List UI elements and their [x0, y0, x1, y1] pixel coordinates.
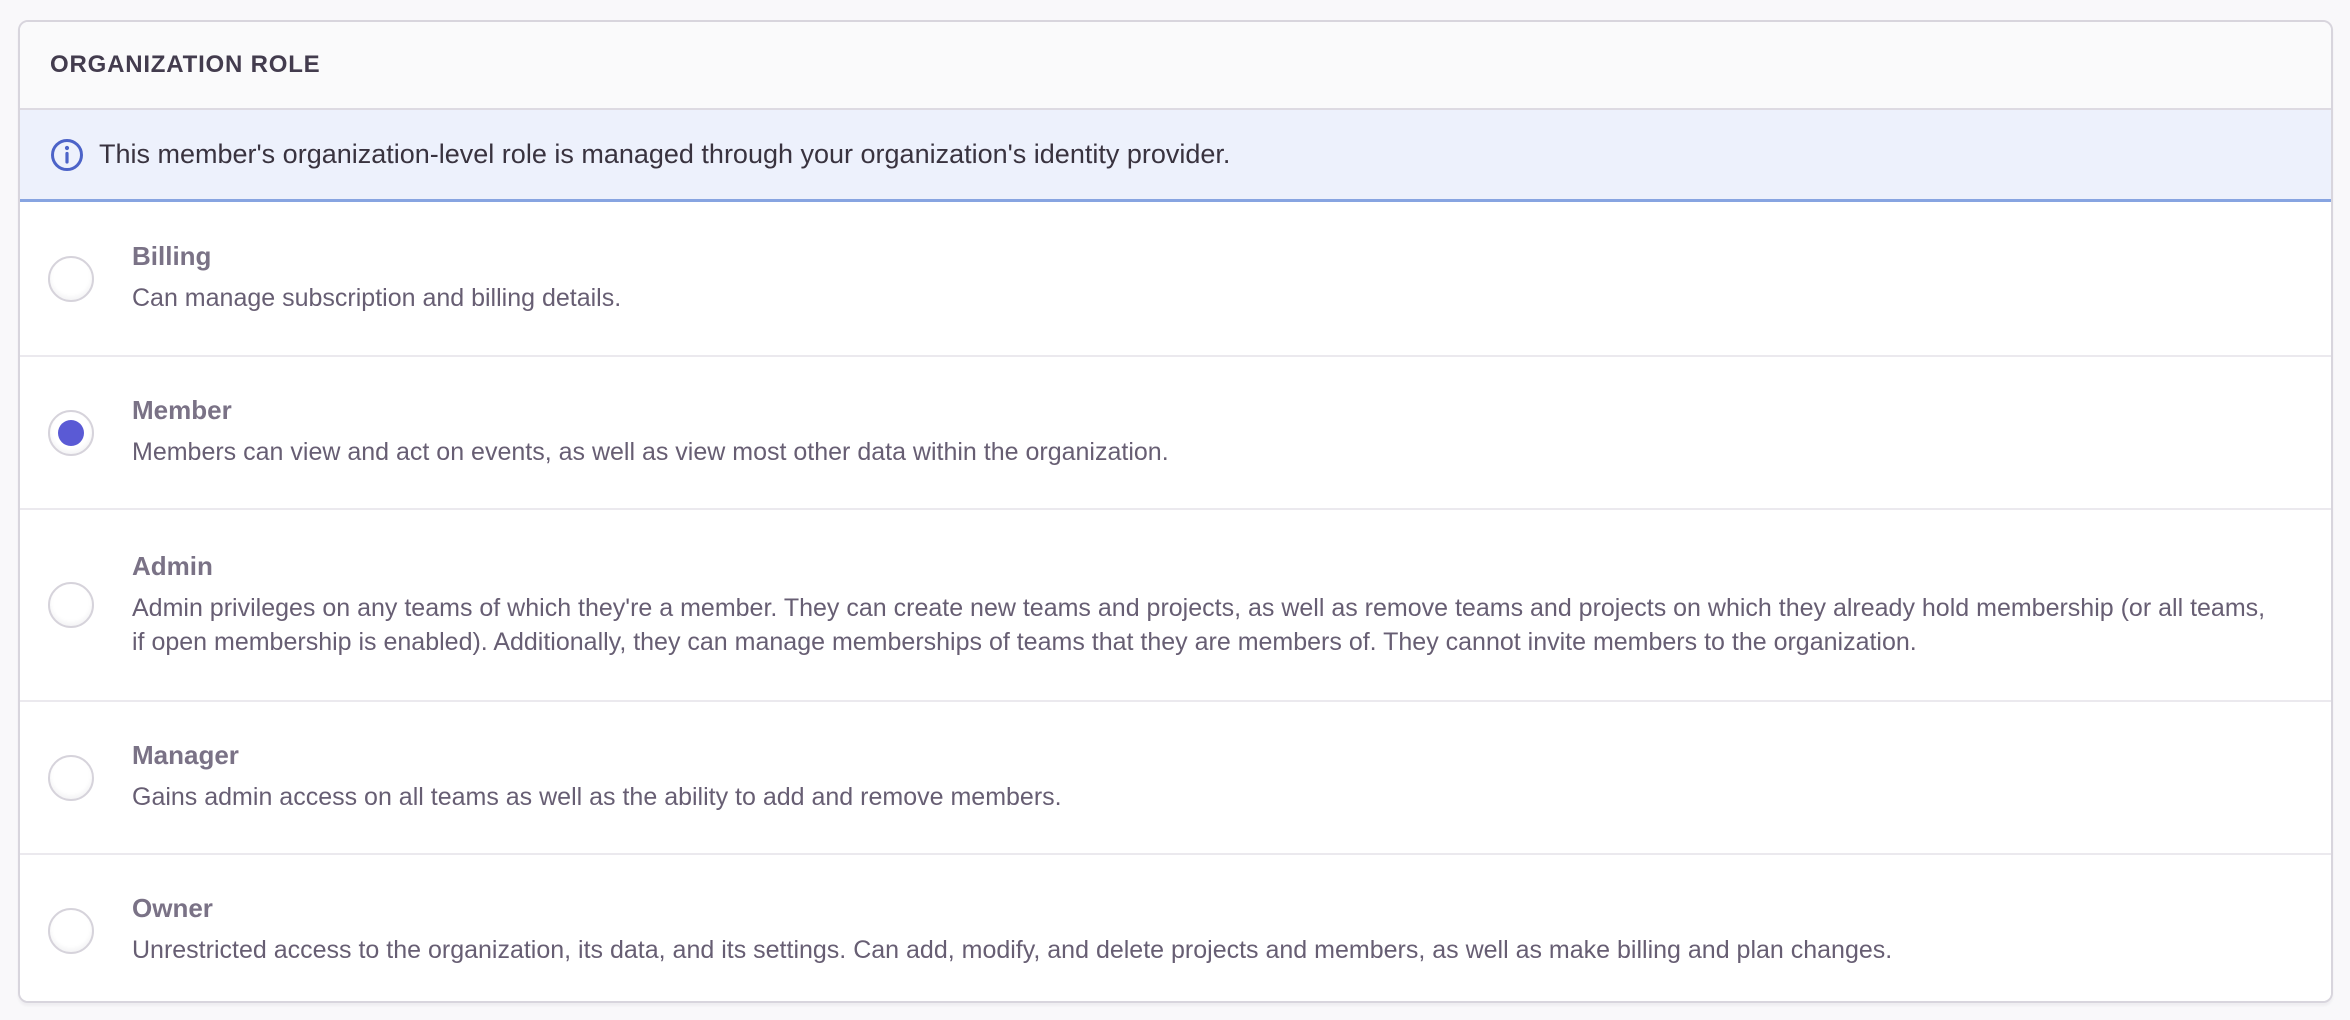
role-description: Can manage subscription and billing deta…: [132, 281, 621, 316]
role-description: Admin privileges on any teams of which t…: [132, 591, 2283, 660]
role-text: Manager Gains admin access on all teams …: [132, 740, 1062, 815]
role-option-owner[interactable]: Owner Unrestricted access to the organiz…: [20, 853, 2331, 1003]
role-option-manager[interactable]: Manager Gains admin access on all teams …: [20, 700, 2331, 853]
panel-title: ORGANIZATION ROLE: [50, 51, 320, 79]
radio-member[interactable]: [48, 410, 94, 456]
role-title: Admin: [132, 551, 2283, 582]
organization-role-panel: ORGANIZATION ROLE This member's organiza…: [18, 20, 2333, 1003]
role-option-billing[interactable]: Billing Can manage subscription and bill…: [20, 202, 2331, 355]
role-option-member[interactable]: Member Members can view and act on event…: [20, 355, 2331, 508]
role-text: Billing Can manage subscription and bill…: [132, 241, 621, 316]
radio-owner[interactable]: [48, 908, 94, 954]
role-description: Unrestricted access to the organization,…: [132, 933, 1892, 968]
radio-billing[interactable]: [48, 256, 94, 302]
role-text: Admin Admin privileges on any teams of w…: [132, 551, 2283, 660]
role-title: Member: [132, 395, 1169, 426]
role-description: Members can view and act on events, as w…: [132, 435, 1169, 470]
role-list: Billing Can manage subscription and bill…: [20, 202, 2331, 1003]
role-text: Owner Unrestricted access to the organiz…: [132, 893, 1892, 968]
role-option-admin[interactable]: Admin Admin privileges on any teams of w…: [20, 508, 2331, 700]
role-text: Member Members can view and act on event…: [132, 395, 1169, 470]
info-icon: [50, 138, 84, 172]
role-title: Owner: [132, 893, 1892, 924]
alert-text: This member's organization-level role is…: [99, 139, 1230, 170]
radio-manager[interactable]: [48, 755, 94, 801]
role-description: Gains admin access on all teams as well …: [132, 780, 1062, 815]
role-title: Manager: [132, 740, 1062, 771]
radio-admin[interactable]: [48, 582, 94, 628]
role-title: Billing: [132, 241, 621, 272]
panel-header: ORGANIZATION ROLE: [20, 22, 2331, 110]
idp-managed-alert: This member's organization-level role is…: [20, 110, 2331, 202]
